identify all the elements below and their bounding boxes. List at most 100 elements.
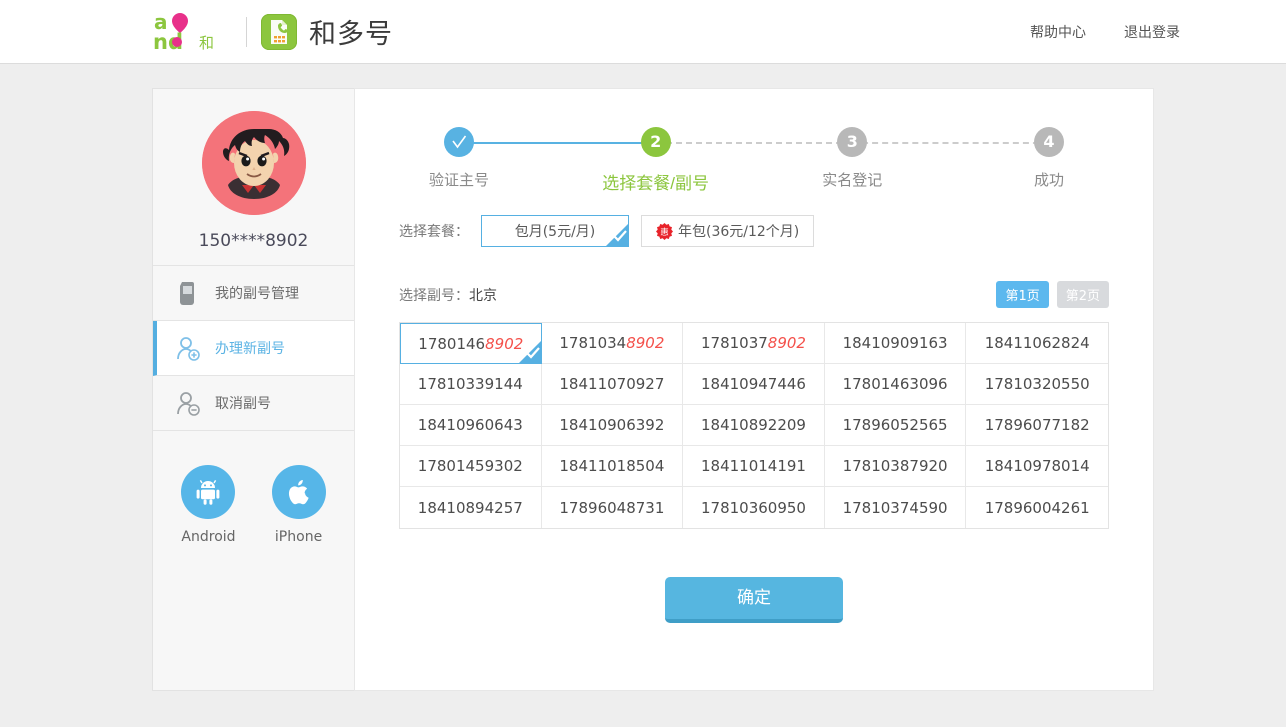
number-cell[interactable]: 18410906392	[541, 405, 684, 446]
number-cell[interactable]: 1780146 8902	[400, 323, 542, 364]
number-text: 18411018504	[559, 457, 665, 475]
number-highlight-suffix: 8902	[767, 334, 806, 352]
number-text: 18410947446	[701, 375, 806, 393]
number-cell[interactable]: 17810360950	[683, 487, 825, 528]
number-cell[interactable]: 18411062824	[966, 323, 1108, 364]
number-cell[interactable]: 18410892209	[683, 405, 825, 446]
stepper-step-4: 4 成功	[989, 121, 1109, 194]
number-cell[interactable]: 18410960643	[400, 405, 542, 446]
number-cell[interactable]: 17801459302	[400, 446, 542, 487]
android-download-button[interactable]: Android	[181, 465, 236, 545]
number-cell[interactable]: 17896004261	[966, 487, 1108, 528]
number-text: 18410978014	[984, 457, 1090, 475]
number-cell[interactable]: 1781034 8902	[541, 323, 684, 364]
and-logo: a nd 和	[152, 10, 236, 54]
android-icon	[181, 465, 236, 519]
stepper-bubble-1	[444, 127, 474, 157]
number-picker-label: 选择副号：北京	[399, 285, 497, 305]
stepper-bubble-4: 4	[1033, 127, 1064, 157]
number-cell[interactable]: 1781037 8902	[683, 323, 825, 364]
number-text: 18411070927	[559, 375, 665, 393]
logout-link[interactable]: 退出登录	[1124, 22, 1180, 42]
stepper-label-4: 成功	[1033, 172, 1064, 189]
sidebar-item-label: 办理新副号	[215, 340, 285, 356]
sidebar-item-cancel-sub-number[interactable]: 取消副号	[153, 376, 354, 431]
number-picker-city: 北京	[469, 286, 497, 303]
number-prefix: 1781037	[700, 334, 768, 352]
stepper-label-3: 实名登记	[822, 172, 883, 189]
number-cell[interactable]: 17810387920	[824, 446, 967, 487]
number-cell[interactable]: 17896048731	[541, 487, 684, 528]
sidebar: 150****8902 我的副号管理 办理新副号 取消副号 Android iP…	[152, 88, 354, 691]
number-picker-label-text: 选择副号：	[399, 286, 469, 303]
android-label: Android	[181, 529, 236, 545]
iphone-download-button[interactable]: iPhone	[271, 465, 326, 545]
number-cell[interactable]: 17810374590	[824, 487, 967, 528]
number-cell[interactable]: 18411070927	[541, 364, 684, 405]
sidebar-item-new-sub-number[interactable]: 办理新副号	[153, 321, 354, 376]
plan-option-yearly[interactable]: 惠 年包(36元/12个月)	[641, 215, 815, 247]
stepper-label-1: 验证主号	[428, 172, 489, 189]
help-center-link[interactable]: 帮助中心	[1030, 22, 1086, 42]
account-summary: 150****8902	[153, 89, 354, 265]
stepper-step-2: 2 选择套餐/副号	[596, 121, 716, 194]
number-cell[interactable]: 18410947446	[683, 364, 825, 405]
number-cell[interactable]: 17810320550	[966, 364, 1108, 405]
sidebar-item-label: 取消副号	[215, 395, 271, 411]
brand-name: 和多号	[309, 19, 393, 50]
number-text: 18410894257	[417, 498, 523, 517]
plan-picker-label: 选择套餐：	[399, 223, 469, 239]
stepper-bubble-2: 2	[640, 127, 671, 157]
page-button-2[interactable]: 第2页	[1056, 281, 1109, 308]
number-text: 17896052565	[842, 416, 948, 434]
number-cell[interactable]: 18410909163	[824, 323, 967, 364]
svg-text:惠: 惠	[660, 226, 669, 237]
main-content: 验证主号 2 选择套餐/副号 3 实名登记 4 成功 选择套餐： 包月(5元/月…	[354, 88, 1154, 691]
number-cell[interactable]: 18411018504	[541, 446, 684, 487]
pagination: 第1页 第2页	[996, 281, 1109, 308]
number-prefix: 1780146	[418, 334, 486, 353]
confirm-row: 确定	[355, 577, 1153, 623]
number-text: 17896048731	[559, 498, 665, 517]
number-cell[interactable]: 18410894257	[400, 487, 542, 528]
number-text: 18411062824	[984, 334, 1090, 352]
plan-option-label: 包月(5元/月)	[514, 224, 596, 240]
number-text: 17896004261	[984, 498, 1090, 517]
apple-icon	[271, 465, 326, 519]
number-cell[interactable]: 17896077182	[966, 405, 1108, 446]
number-text: 17801459302	[417, 457, 523, 475]
plan-picker: 选择套餐： 包月(5元/月) 惠 年包(36元/12个月)	[399, 215, 1153, 247]
discount-seal-icon: 惠	[656, 222, 673, 240]
number-cell[interactable]: 18410978014	[966, 446, 1108, 487]
number-highlight-suffix: 8902	[485, 334, 524, 353]
number-cell[interactable]: 17896052565	[824, 405, 967, 446]
sidebar-item-manage-sub-numbers[interactable]: 我的副号管理	[153, 266, 354, 321]
stepper-step-3: 3 实名登记	[792, 121, 912, 194]
number-text: 17810320550	[984, 375, 1090, 393]
selected-check-icon	[518, 341, 541, 363]
account-number: 150****8902	[198, 231, 309, 251]
number-prefix: 1781034	[559, 334, 627, 352]
number-cell[interactable]: 18411014191	[683, 446, 825, 487]
number-text: 17810374590	[842, 498, 948, 517]
top-header: a nd 和 和多号 帮助中心 退出登录	[0, 0, 1286, 64]
number-text: 18411014191	[701, 457, 806, 475]
svg-text:和: 和	[199, 34, 214, 52]
confirm-button[interactable]: 确定	[665, 577, 843, 623]
page-button-1[interactable]: 第1页	[996, 281, 1049, 308]
number-text: 18410892209	[701, 416, 806, 434]
progress-stepper: 验证主号 2 选择套餐/副号 3 实名登记 4 成功	[399, 121, 1109, 201]
number-text: 18410960643	[417, 416, 523, 434]
iphone-label: iPhone	[274, 529, 323, 545]
number-cell[interactable]: 17810339144	[400, 364, 542, 405]
number-cell[interactable]: 17801463096	[824, 364, 967, 405]
brand: a nd 和 和多号	[152, 10, 393, 54]
plan-option-monthly[interactable]: 包月(5元/月)	[481, 215, 629, 247]
header-links: 帮助中心 退出登录	[1030, 22, 1180, 42]
number-highlight-suffix: 8902	[626, 334, 665, 352]
sidebar-nav: 我的副号管理 办理新副号 取消副号	[153, 265, 354, 431]
number-picker-header: 选择副号：北京 第1页 第2页	[399, 281, 1109, 308]
selected-check-icon	[606, 224, 628, 246]
number-text: 17810360950	[701, 498, 806, 517]
user-remove-icon	[175, 389, 201, 417]
